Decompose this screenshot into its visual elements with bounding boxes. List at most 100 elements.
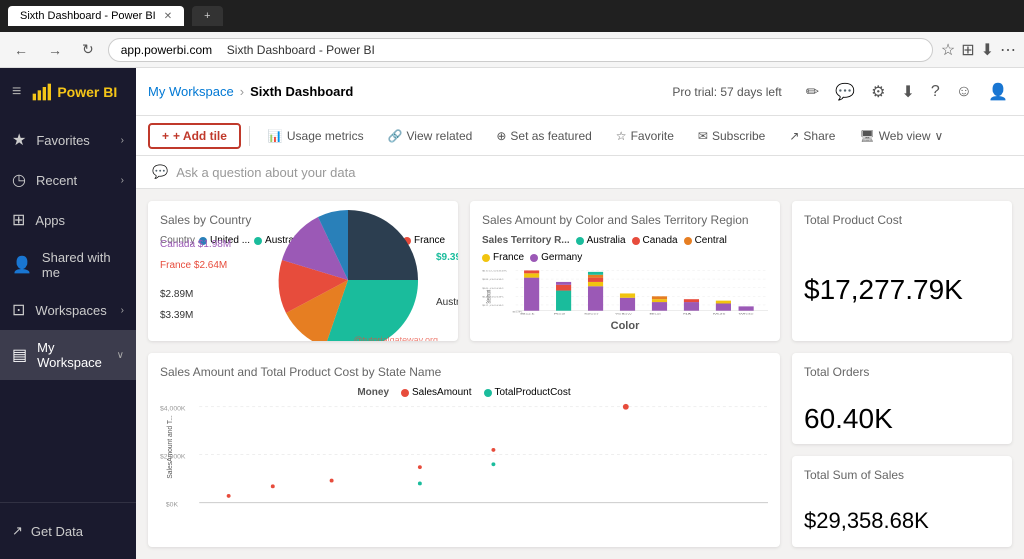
- sidebar-item-recent[interactable]: ◷ Recent ›: [0, 160, 136, 200]
- add-tile-button[interactable]: + + Add tile: [148, 123, 241, 149]
- hamburger-menu[interactable]: ≡: [12, 83, 21, 101]
- line-chart-container: $4,000K $2,000K $0K: [160, 402, 768, 517]
- sidebar-item-favorites[interactable]: ★ Favorites ›: [0, 120, 136, 160]
- pie-chart-svg: [268, 205, 428, 342]
- extensions-icon[interactable]: ⊞: [961, 40, 974, 60]
- share-button[interactable]: ↗ Share: [779, 125, 845, 147]
- bar-chart-svg: $10,000K $8,000K $6,000K $4,000K $2,000K…: [482, 269, 768, 315]
- sidebar-item-my-workspace[interactable]: ▤ My Workspace ∨: [0, 330, 136, 380]
- edit-icon[interactable]: ✏: [802, 78, 823, 106]
- web-view-icon: 🖥: [859, 129, 874, 143]
- account-icon[interactable]: 👤: [984, 78, 1012, 106]
- web-view-arrow: ∨: [934, 129, 943, 143]
- settings-icon[interactable]: ⚙: [867, 78, 889, 106]
- main-content: My Workspace › Sixth Dashboard Pro trial…: [136, 68, 1024, 559]
- set-as-featured-button[interactable]: ⊕ Set as featured: [486, 125, 601, 147]
- favorites-icon: ★: [12, 130, 26, 150]
- download-icon[interactable]: ⬇: [981, 40, 994, 60]
- svg-text:$2,000K: $2,000K: [482, 304, 504, 306]
- usage-metrics-icon: 📊: [268, 129, 283, 143]
- web-view-button[interactable]: 🖥 Web view ∨: [849, 125, 953, 147]
- download-icon[interactable]: ⬇: [897, 78, 918, 106]
- usage-metrics-button[interactable]: 📊 Usage metrics: [258, 125, 374, 147]
- sidebar-item-shared[interactable]: 👤 Shared with me: [0, 240, 136, 290]
- bookmark-icon[interactable]: ☆: [941, 40, 955, 60]
- bar-subtitle: Sales Territory R...: [482, 235, 570, 246]
- back-button[interactable]: ←: [8, 40, 34, 60]
- tab-label: Sixth Dashboard - Power BI: [20, 10, 156, 22]
- bar-dot-canada: [632, 237, 640, 245]
- sidebar-item-apps[interactable]: ⊞ Apps: [0, 200, 136, 240]
- label-9-39m: $9.39M: [436, 252, 458, 263]
- bar-dot-australia: [576, 237, 584, 245]
- help-icon[interactable]: ?: [927, 79, 944, 105]
- workspaces-icon: ⊡: [12, 300, 25, 320]
- kpi-column-right: Total Orders 60.40K Total Sum of Sales $…: [792, 353, 1012, 547]
- bar-legend-text-france: France: [493, 252, 524, 263]
- set-as-featured-label: Set as featured: [510, 129, 591, 143]
- bar-dot-france: [482, 254, 490, 262]
- url-bar[interactable]: app.powerbi.com Sixth Dashboard - Power …: [108, 38, 933, 62]
- share-label: Share: [803, 129, 835, 143]
- actionbar: + + Add tile 📊 Usage metrics 🔗 View rela…: [136, 116, 1024, 156]
- bar-dot-germany: [530, 254, 538, 262]
- subscribe-icon: ✉: [698, 129, 708, 143]
- line-legend-text-cost: TotalProductCost: [495, 387, 571, 398]
- svg-text:$6,000K: $6,000K: [482, 287, 504, 289]
- favorite-button[interactable]: ☆ Favorite: [606, 125, 684, 147]
- line-legend-cost: TotalProductCost: [484, 387, 571, 398]
- bar-legend-text-central: Central: [695, 235, 727, 246]
- comment-icon[interactable]: 💬: [831, 78, 859, 106]
- subscribe-button[interactable]: ✉ Subscribe: [688, 125, 775, 147]
- settings-icon[interactable]: ⋯: [1000, 40, 1016, 60]
- tile-sales-by-color: Sales Amount by Color and Sales Territor…: [470, 201, 780, 341]
- question-bar[interactable]: 💬 Ask a question about your data: [136, 156, 1024, 189]
- web-view-label: Web view: [879, 129, 931, 143]
- sidebar-item-workspaces[interactable]: ⊡ Workspaces ›: [0, 290, 136, 330]
- refresh-button[interactable]: ↻: [76, 39, 100, 60]
- topbar: My Workspace › Sixth Dashboard Pro trial…: [136, 68, 1024, 116]
- get-data-button[interactable]: ↗ Get Data: [12, 515, 124, 547]
- bar-legend-germany: Germany: [530, 252, 582, 263]
- view-related-icon: 🔗: [388, 129, 403, 143]
- tab-close-icon[interactable]: ✕: [164, 11, 172, 22]
- view-related-button[interactable]: 🔗 View related: [378, 125, 483, 147]
- add-tile-plus-icon: +: [162, 129, 169, 143]
- recent-label: Recent: [36, 173, 77, 188]
- action-separator: [249, 126, 250, 146]
- svg-text:$8,000K: $8,000K: [482, 278, 504, 280]
- forward-button[interactable]: →: [42, 40, 68, 60]
- svg-text:NA: NA: [683, 313, 691, 315]
- kpi2-value: 60.40K: [804, 403, 1000, 435]
- bar-chart-area: $10,000K $8,000K $6,000K $4,000K $2,000K…: [482, 269, 768, 315]
- active-tab[interactable]: Sixth Dashboard - Power BI ✕: [8, 6, 184, 26]
- line-legend-text-sales: SalesAmount: [412, 387, 471, 398]
- svg-text:Black: Black: [520, 313, 535, 315]
- line-legend-sales: SalesAmount: [401, 387, 471, 398]
- sidebar-bottom: ↗ Get Data: [0, 502, 136, 559]
- recent-icon: ◷: [12, 170, 26, 190]
- breadcrumb-workspace[interactable]: My Workspace: [148, 84, 234, 99]
- view-related-label: View related: [407, 129, 473, 143]
- powerbi-logo-icon: [31, 82, 51, 102]
- svg-text:$0K: $0K: [166, 502, 179, 509]
- bar-x-title: Color: [482, 320, 768, 332]
- bar-legend-france: France: [482, 252, 524, 263]
- breadcrumb-separator: ›: [240, 84, 244, 99]
- add-tile-label: + Add tile: [173, 129, 227, 143]
- sidebar-header: ≡ Power BI: [0, 68, 136, 116]
- browser-chrome: Sixth Dashboard - Power BI ✕ +: [0, 0, 1024, 32]
- subscribe-label: Subscribe: [712, 129, 765, 143]
- line-dot-cost: [484, 389, 492, 397]
- tile-total-sum-sales: Total Sum of Sales $29,358.68K: [792, 456, 1012, 547]
- kpi2-title: Total Orders: [804, 365, 1000, 379]
- bar-legend-central: Central: [684, 235, 727, 246]
- line-legend: Money SalesAmount TotalProductCost: [160, 387, 768, 398]
- new-tab-button[interactable]: +: [192, 6, 222, 26]
- emoji-icon[interactable]: ☺: [952, 79, 976, 105]
- workspaces-arrow: ›: [121, 305, 124, 316]
- label-australia-9-06m: Australia $9.06M: [436, 297, 458, 308]
- favorite-label: Favorite: [631, 129, 674, 143]
- pie-right-labels: $9.39M Australia $9.06M: [436, 252, 458, 308]
- line-tile-title: Sales Amount and Total Product Cost by S…: [160, 365, 768, 379]
